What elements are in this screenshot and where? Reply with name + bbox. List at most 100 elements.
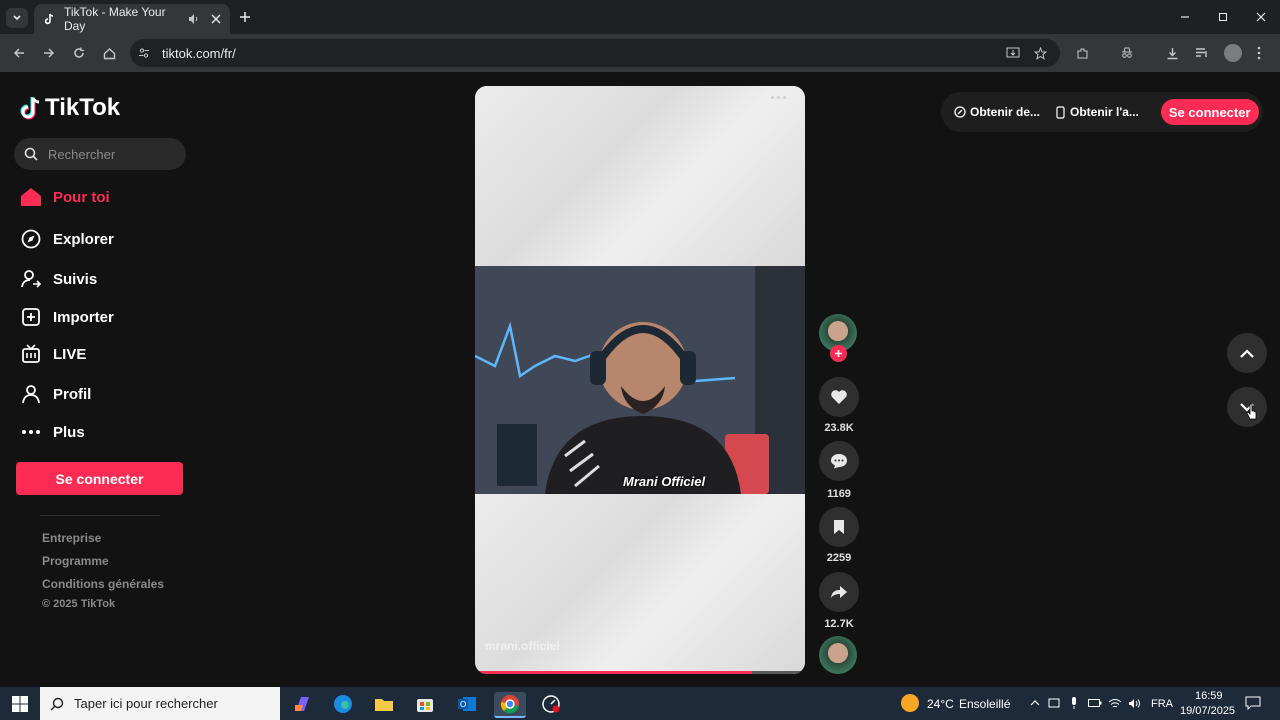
incognito-icon[interactable] xyxy=(1118,44,1136,62)
nav-item-importer[interactable]: Importer xyxy=(20,303,114,331)
phone-icon xyxy=(1056,105,1065,119)
nav-label: Importer xyxy=(53,308,114,326)
back-icon[interactable] xyxy=(10,44,28,62)
search-placeholder: Rechercher xyxy=(48,146,116,162)
tab-audio-icon[interactable] xyxy=(186,13,202,25)
nav-label: Suivis xyxy=(53,270,98,288)
sidebar-login-button[interactable]: Se connecter xyxy=(16,462,183,495)
get-app-label: Obtenir l'a... xyxy=(1070,105,1139,119)
weather-temp[interactable]: 24°C xyxy=(927,697,954,711)
store-app-icon[interactable] xyxy=(412,692,438,716)
nav-item-suivis[interactable]: Suivis xyxy=(20,265,97,293)
tray-time[interactable]: 16:59 xyxy=(1195,690,1223,702)
chrome-app-icon[interactable] xyxy=(494,692,526,718)
address-bar[interactable]: tiktok.com/fr/ xyxy=(130,39,1060,67)
footer-link-programme[interactable]: Programme xyxy=(42,554,109,568)
share-count: 12.7K xyxy=(824,618,854,630)
nav-item-profil[interactable]: Profil xyxy=(20,380,91,408)
get-coins-button[interactable]: Obtenir de... xyxy=(954,105,1040,119)
tray-date[interactable]: 19/07/2025 xyxy=(1180,705,1235,717)
bookmark-icon xyxy=(833,519,845,535)
tab-title: TikTok - Make Your Day xyxy=(64,5,166,33)
chevron-up-icon xyxy=(1240,348,1254,358)
browser-menu-icon[interactable] xyxy=(1253,44,1265,62)
tray-battery-icon[interactable] xyxy=(1087,697,1103,709)
video-progress-fill xyxy=(475,671,753,674)
save-count: 2259 xyxy=(826,552,852,564)
nav-label: Plus xyxy=(53,423,85,441)
tray-chevron-up-icon[interactable] xyxy=(1028,697,1042,709)
live-icon xyxy=(20,343,42,365)
tray-volume-icon[interactable] xyxy=(1127,697,1143,709)
video-background-top xyxy=(475,86,805,266)
comment-button[interactable] xyxy=(819,441,859,481)
share-button[interactable] xyxy=(819,572,859,612)
maximize-icon[interactable] xyxy=(1214,8,1232,26)
tray-meet-icon[interactable] xyxy=(1047,697,1061,709)
like-count: 23.8K xyxy=(824,422,854,434)
install-app-icon[interactable] xyxy=(1004,44,1022,62)
following-icon xyxy=(20,268,42,290)
bookmark-star-icon[interactable] xyxy=(1031,44,1049,62)
url-text: tiktok.com/fr/ xyxy=(162,45,236,61)
like-button[interactable] xyxy=(819,377,859,417)
tab-search-icon[interactable] xyxy=(6,8,28,28)
tray-wifi-icon[interactable] xyxy=(1107,697,1123,709)
video-progress-bar[interactable] xyxy=(475,671,805,674)
save-button[interactable] xyxy=(819,507,859,547)
sound-avatar[interactable] xyxy=(819,636,857,674)
top-actions-bar: Obtenir de... Obtenir l'a... Se connecte… xyxy=(941,92,1263,132)
search-icon xyxy=(24,147,38,161)
nav-item-plus[interactable]: Plus xyxy=(20,418,85,446)
download-icon[interactable] xyxy=(1163,44,1181,62)
search-input[interactable]: Rechercher xyxy=(14,138,186,170)
new-tab-icon[interactable] xyxy=(236,8,254,26)
tiktok-logo[interactable]: TikTok xyxy=(20,94,120,122)
coin-icon xyxy=(954,106,966,118)
nav-label: Profil xyxy=(53,385,92,403)
top-login-button[interactable]: Se connecter xyxy=(1160,99,1259,125)
edge-app-icon[interactable] xyxy=(330,692,356,716)
nav-label: Explorer xyxy=(53,230,114,248)
footer-link-entreprise[interactable]: Entreprise xyxy=(42,531,101,545)
tray-mic-icon[interactable] xyxy=(1067,697,1081,709)
video-frame: Mrani Officiel xyxy=(475,266,805,494)
home-icon xyxy=(20,186,42,208)
copilot-app-icon[interactable] xyxy=(290,692,316,716)
upload-icon xyxy=(20,306,42,328)
reload-icon[interactable] xyxy=(70,44,88,62)
mouse-cursor-icon xyxy=(1246,403,1258,426)
weather-sun-icon[interactable] xyxy=(901,694,919,712)
close-window-icon[interactable] xyxy=(1252,8,1270,26)
video-more-icon[interactable] xyxy=(771,96,786,99)
taskbar-search-input[interactable]: Taper ici pour rechercher xyxy=(40,687,280,720)
tray-language[interactable]: FRA xyxy=(1151,698,1173,710)
profile-avatar-icon[interactable] xyxy=(1224,44,1242,62)
previous-video-button[interactable] xyxy=(1227,333,1267,373)
notifications-icon[interactable] xyxy=(1244,695,1262,711)
nav-item-pour-toi[interactable]: Pour toi xyxy=(20,183,110,211)
follow-plus-icon[interactable] xyxy=(830,345,847,362)
windows-start-icon[interactable] xyxy=(10,694,30,714)
nav-item-live[interactable]: LIVE xyxy=(20,340,86,368)
browser-tab[interactable]: TikTok - Make Your Day xyxy=(34,4,230,34)
recorder-app-icon[interactable] xyxy=(538,692,564,716)
more-icon xyxy=(20,421,42,443)
tab-close-icon[interactable] xyxy=(208,14,224,24)
video-overlay-text: Mrani Officiel xyxy=(623,474,706,489)
sidebar-divider xyxy=(40,515,160,516)
outlook-app-icon[interactable]: O xyxy=(454,692,480,716)
footer-link-conditions[interactable]: Conditions générales xyxy=(42,577,164,591)
forward-icon[interactable] xyxy=(40,44,58,62)
logo-text: TikTok xyxy=(45,94,121,121)
get-app-button[interactable]: Obtenir l'a... xyxy=(1056,105,1139,119)
site-info-icon[interactable] xyxy=(138,47,152,59)
video-player[interactable]: Mrani Officiel mrani.officiel xyxy=(475,86,805,674)
home-browser-icon[interactable] xyxy=(100,44,118,62)
extensions-icon[interactable] xyxy=(1073,44,1091,62)
nav-item-explorer[interactable]: Explorer xyxy=(20,225,114,253)
weather-desc[interactable]: Ensoleillé xyxy=(959,697,1010,711)
file-explorer-icon[interactable] xyxy=(371,692,397,716)
media-control-icon[interactable] xyxy=(1193,44,1211,62)
minimize-icon[interactable] xyxy=(1176,8,1194,26)
